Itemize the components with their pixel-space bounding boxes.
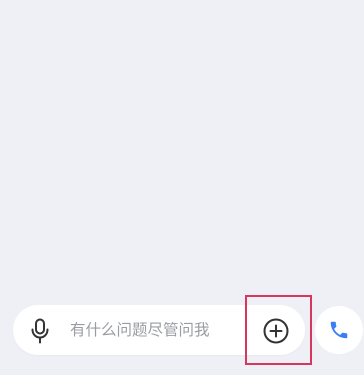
add-attachment-button[interactable] [262, 317, 290, 345]
microphone-icon [31, 318, 49, 344]
chat-message-input[interactable] [70, 316, 240, 346]
phone-icon [330, 321, 348, 339]
voice-input-button[interactable] [27, 317, 53, 345]
voice-call-button[interactable] [315, 306, 363, 354]
chat-screen [0, 0, 364, 375]
plus-circle-icon [263, 318, 289, 344]
